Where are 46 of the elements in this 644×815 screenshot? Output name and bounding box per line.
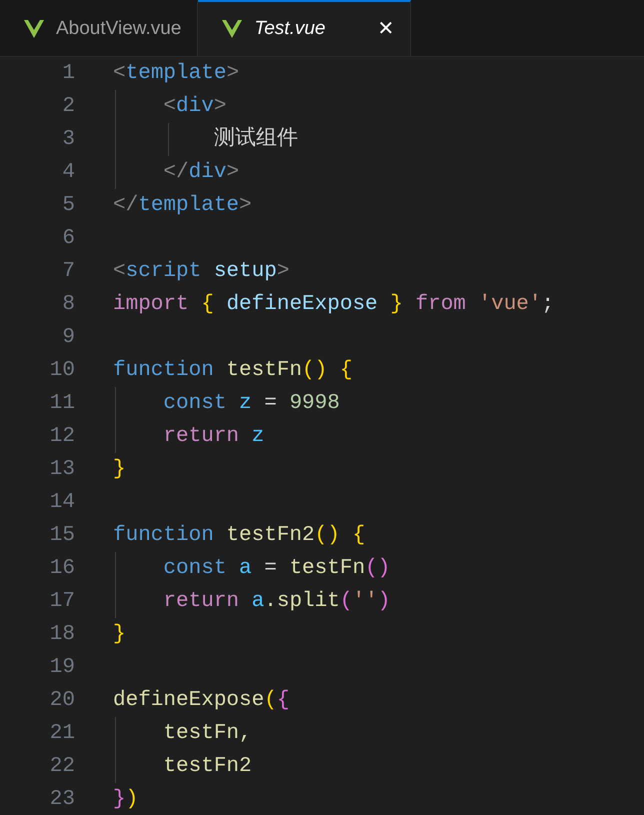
line-number: 4 (61, 160, 75, 186)
line-number: 14 (48, 490, 75, 516)
code-line: import { defineExpose } from 'vue'; (113, 292, 554, 318)
code-line: testFn2 (162, 754, 252, 780)
code-line: </div> (162, 160, 240, 186)
line-number: 20 (48, 688, 75, 714)
line-number: 16 (48, 556, 75, 582)
code-line: function testFn() { (113, 358, 352, 384)
code-line: defineExpose({ (113, 688, 290, 714)
code-line: 测试组件 (212, 126, 298, 153)
code-line: function testFn2() { (113, 522, 366, 549)
line-number: 21 (48, 720, 75, 747)
close-button[interactable]: ✕ (377, 14, 394, 44)
line-number: 11 (48, 390, 75, 417)
code-line: <div> (162, 94, 226, 120)
line-number: 23 (48, 786, 75, 813)
code-line: </template> (113, 192, 252, 219)
line-number: 19 (48, 654, 75, 681)
code-line: } (113, 456, 126, 483)
line-number: 1 (61, 60, 75, 87)
code-line: <script setup> (113, 258, 290, 285)
code-line: <template> (113, 60, 240, 87)
code-line: return z (162, 424, 264, 450)
line-number: 6 (61, 226, 75, 252)
file-tab[interactable]: Test.vue ✕ (198, 0, 412, 56)
code-line: } (113, 622, 126, 648)
line-number: 22 (48, 754, 75, 780)
code-line: }) (113, 786, 138, 813)
line-number: 17 (48, 588, 75, 615)
line-number: 3 (61, 126, 75, 153)
vue-logo-icon (222, 20, 242, 38)
code-line: testFn, (162, 720, 252, 747)
line-number: 18 (48, 622, 75, 648)
line-number: 2 (61, 94, 75, 120)
line-number: 5 (61, 192, 75, 219)
line-number: 10 (48, 358, 75, 384)
code-line: const z = 9998 (162, 390, 340, 417)
code-line: const a = testFn() (162, 556, 390, 582)
code-line: return a.split('') (162, 588, 390, 615)
line-number: 9 (61, 324, 75, 351)
line-number: 7 (61, 258, 75, 285)
vue-logo-icon (24, 20, 44, 38)
line-number: 15 (48, 522, 75, 549)
line-number: 8 (61, 292, 75, 318)
line-number: 13 (48, 456, 75, 483)
line-number: 12 (48, 424, 75, 450)
